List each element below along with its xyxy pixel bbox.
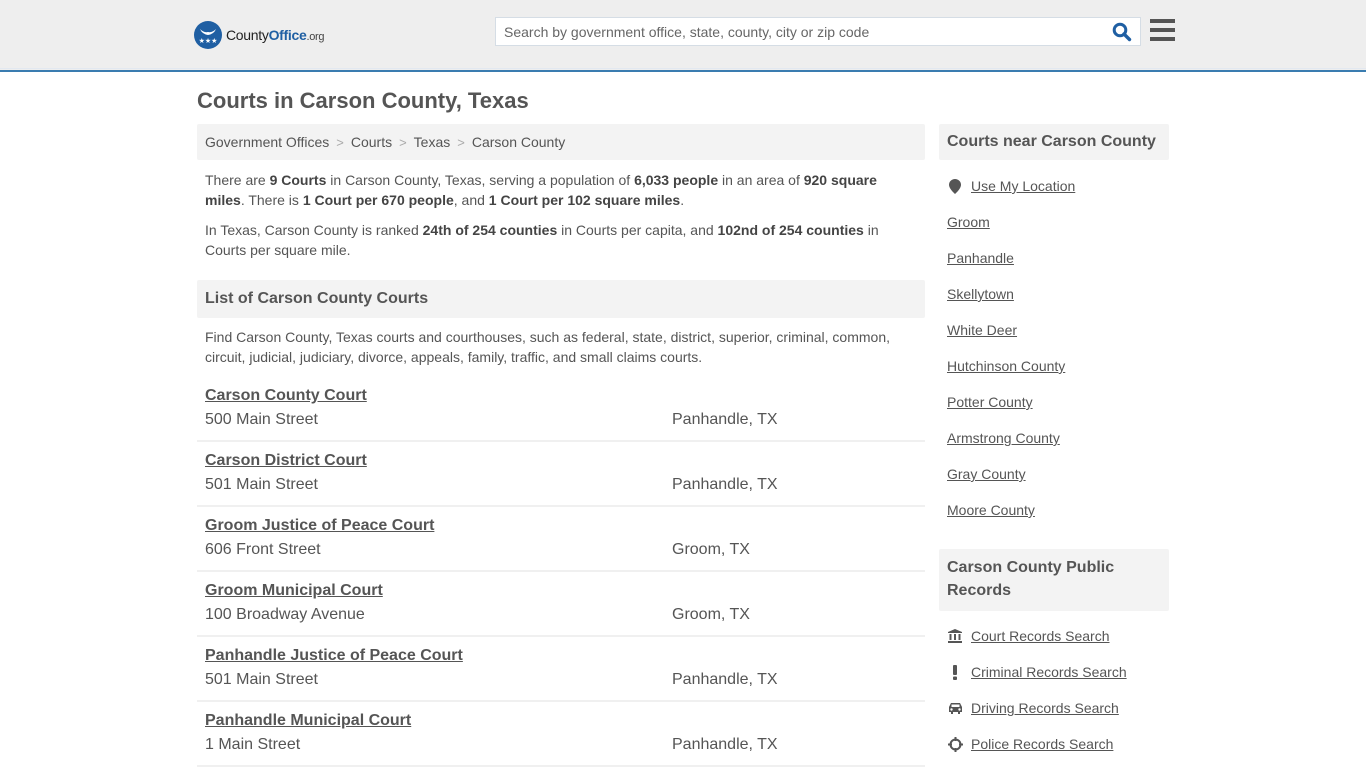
page-title: Courts in Carson County, Texas [197, 88, 529, 113]
nearby-link-hutchinson-county[interactable]: Hutchinson County [947, 358, 1065, 374]
use-my-location-label: Use My Location [971, 178, 1076, 194]
breadcrumb-separator: > [399, 134, 407, 150]
court-city: Groom, TX [672, 606, 750, 623]
nearby-courts-heading: Courts near Carson County [939, 124, 1169, 160]
court-address: 1 Main Street [205, 736, 301, 753]
criminal-records-search-label: Criminal Records Search [971, 664, 1127, 680]
site-header: ★★★ CountyOffice.org [0, 0, 1366, 72]
summary-paragraph: There are 9 Courts in Carson County, Tex… [205, 172, 877, 208]
ranking-paragraph: In Texas, Carson County is ranked 24th o… [205, 222, 879, 258]
driving-records-search-label: Driving Records Search [971, 700, 1119, 716]
court-row: Groom Municipal Court 100 Broadway Avenu… [197, 572, 925, 637]
crosshair-icon [947, 736, 963, 752]
breadcrumb-texas[interactable]: Texas [414, 134, 451, 150]
car-icon [947, 700, 963, 716]
use-my-location-link[interactable]: Use My Location [947, 178, 1075, 194]
exclamation-icon [947, 664, 963, 680]
nearby-link-moore-county[interactable]: Moore County [947, 502, 1035, 518]
hamburger-menu-icon[interactable] [1150, 19, 1175, 42]
court-row: Groom Justice of Peace Court 606 Front S… [197, 507, 925, 572]
nearby-link-white-deer[interactable]: White Deer [947, 322, 1017, 338]
nearby-link-potter-county[interactable]: Potter County [947, 394, 1033, 410]
court-city: Panhandle, TX [672, 411, 778, 428]
court-city: Panhandle, TX [672, 671, 778, 688]
svg-text:★★★: ★★★ [199, 37, 218, 45]
court-address: 606 Front Street [205, 541, 321, 558]
police-records-search-label: Police Records Search [971, 736, 1114, 752]
logo-text: CountyOffice.org [226, 27, 325, 43]
court-name-link[interactable]: Panhandle Justice of Peace Court [205, 647, 463, 665]
criminal-records-search-link[interactable]: Criminal Records Search [947, 664, 1127, 680]
nearby-link-panhandle[interactable]: Panhandle [947, 250, 1014, 266]
nearby-link-gray-county[interactable]: Gray County [947, 466, 1026, 482]
breadcrumb-government-offices[interactable]: Government Offices [205, 134, 329, 150]
courts-list-description: Find Carson County, Texas courts and cou… [205, 329, 891, 365]
courts-list-heading: List of Carson County Courts [197, 280, 925, 318]
court-row: Panhandle Municipal Court 1 Main Street … [197, 702, 925, 767]
search-box [495, 17, 1141, 46]
court-address: 501 Main Street [205, 476, 318, 493]
court-name-link[interactable]: Groom Municipal Court [205, 582, 383, 600]
driving-records-search-link[interactable]: Driving Records Search [947, 700, 1119, 716]
court-records-search-label: Court Records Search [971, 628, 1110, 644]
courts-list: Carson County Court 500 Main Street Panh… [197, 377, 925, 767]
breadcrumb: Government Offices > Courts > Texas > Ca… [197, 124, 925, 160]
court-city: Groom, TX [672, 541, 750, 558]
search-input[interactable] [496, 18, 1106, 45]
court-records-search-link[interactable]: Court Records Search [947, 628, 1110, 644]
nearby-link-skellytown[interactable]: Skellytown [947, 286, 1014, 302]
breadcrumb-separator: > [336, 134, 344, 150]
logo-eagle-icon: ★★★ [194, 21, 222, 49]
breadcrumb-current: Carson County [471, 134, 566, 150]
breadcrumb-courts[interactable]: Courts [351, 134, 392, 150]
court-address: 501 Main Street [205, 671, 318, 688]
court-row: Carson County Court 500 Main Street Panh… [197, 377, 925, 442]
nearby-link-groom[interactable]: Groom [947, 214, 990, 230]
court-city: Panhandle, TX [672, 476, 778, 493]
courthouse-icon [947, 628, 963, 644]
logo-link[interactable]: ★★★ CountyOffice.org [194, 21, 325, 49]
court-city: Panhandle, TX [672, 736, 778, 753]
court-row: Panhandle Justice of Peace Court 501 Mai… [197, 637, 925, 702]
court-name-link[interactable]: Groom Justice of Peace Court [205, 517, 434, 535]
police-records-search-link[interactable]: Police Records Search [947, 736, 1113, 752]
nearby-link-armstrong-county[interactable]: Armstrong County [947, 430, 1060, 446]
map-marker-icon [947, 178, 963, 194]
court-name-link[interactable]: Carson County Court [205, 387, 367, 405]
breadcrumb-separator: > [457, 134, 465, 150]
court-address: 500 Main Street [205, 411, 318, 428]
search-icon[interactable] [1112, 22, 1134, 42]
court-name-link[interactable]: Carson District Court [205, 452, 367, 470]
public-records-heading: Carson County Public Records [939, 549, 1169, 611]
court-row: Carson District Court 501 Main Street Pa… [197, 442, 925, 507]
court-name-link[interactable]: Panhandle Municipal Court [205, 712, 411, 730]
court-address: 100 Broadway Avenue [205, 606, 365, 623]
